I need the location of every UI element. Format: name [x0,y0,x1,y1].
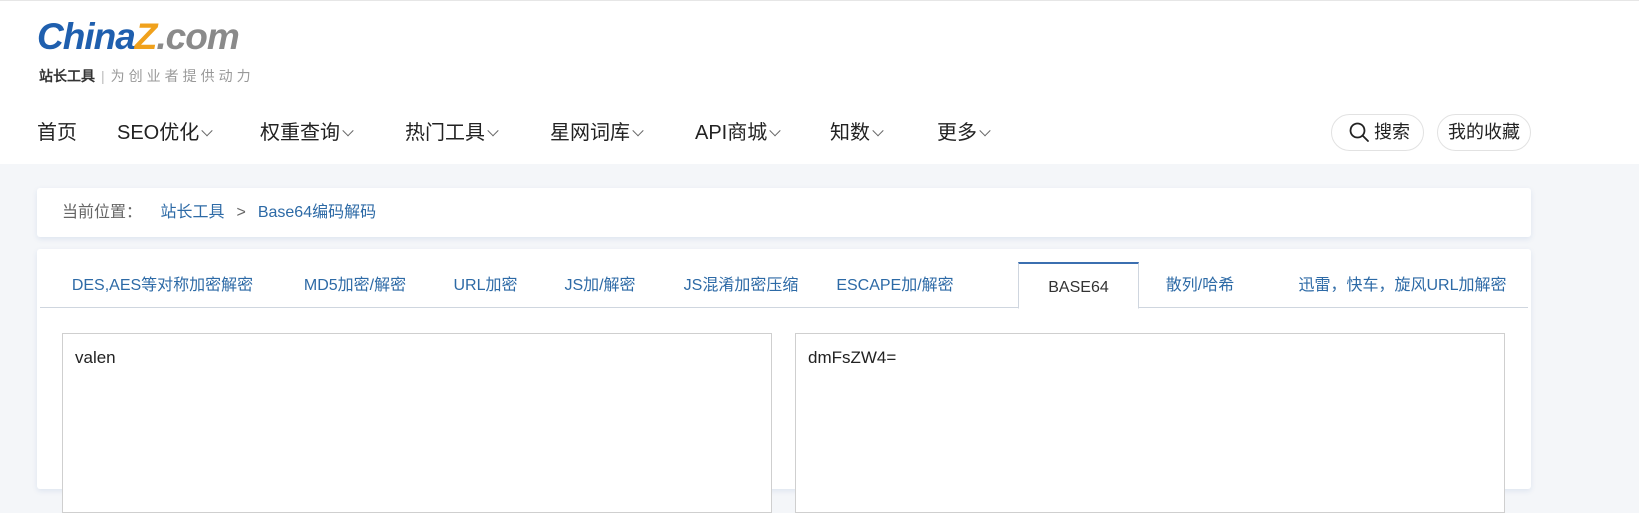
tab-md5[interactable]: MD5加密/解密 [285,263,425,308]
breadcrumb: 当前位置： 站长工具 > Base64编码解码 [62,188,376,237]
site-header: ChinaZ.com 站长工具 | 为创业者提供动力 首页 SEO优化 权重查询 热… [0,0,1639,164]
favorites-button[interactable]: 我的收藏 [1437,114,1531,151]
tab-js-obfuscate[interactable]: JS混淆加密压缩 [666,263,816,308]
tool-tabs: DES,AES等对称加密解密 MD5加密/解密 URL加密 JS加/解密 JS混… [40,262,1528,309]
breadcrumb-bar: 当前位置： 站长工具 > Base64编码解码 [37,188,1531,237]
breadcrumb-link-home[interactable]: 站长工具 [160,204,224,221]
nav-item-zhishu[interactable]: 知数 [830,113,884,153]
tab-js[interactable]: JS加/解密 [550,263,650,308]
nav-item-home[interactable]: 首页 [37,113,77,153]
logo-wordmark: ChinaZ.com [37,16,240,57]
tool-panel: DES,AES等对称加密解密 MD5加密/解密 URL加密 JS加/解密 JS混… [37,249,1531,513]
tab-thunder-url[interactable]: 迅雷，快车，旋风URL加解密 [1280,263,1525,308]
chinaz-logo[interactable]: ChinaZ.com 站长工具 | 为创业者提供动力 [37,15,287,87]
chevron-down-icon [487,125,499,137]
breadcrumb-prefix: 当前位置： [62,204,143,221]
tab-des-aes[interactable]: DES,AES等对称加密解密 [40,263,285,308]
nav-item-hot-tools[interactable]: 热门工具 [405,113,499,153]
chevron-down-icon [201,125,213,137]
chevron-down-icon [342,125,354,137]
tab-escape[interactable]: ESCAPE加/解密 [830,263,960,308]
search-label: 搜索 [1374,122,1410,142]
nav-item-seo[interactable]: SEO优化 [117,113,213,153]
chevron-down-icon [769,125,781,137]
nav-item-api[interactable]: API商城 [695,113,781,153]
output-textarea[interactable]: dmFsZW4= [795,333,1505,513]
chevron-down-icon [872,125,884,137]
breadcrumb-separator: > [236,204,246,221]
breadcrumb-link-current[interactable]: Base64编码解码 [258,204,376,221]
chevron-down-icon [632,125,644,137]
nav-item-weight[interactable]: 权重查询 [260,113,354,153]
tab-url[interactable]: URL加密 [438,263,533,308]
nav-item-keywords[interactable]: 星网词库 [550,113,644,153]
tab-hash[interactable]: 散列/哈希 [1150,263,1250,308]
search-icon [1349,122,1369,142]
chevron-down-icon [979,125,991,137]
input-textarea[interactable]: valen [62,333,772,513]
nav-item-more[interactable]: 更多 [937,113,991,153]
search-button[interactable]: 搜索 [1331,114,1424,151]
logo-tagline: 站长工具 | 为创业者提供动力 [39,68,255,84]
tab-base64[interactable]: BASE64 [1018,262,1139,309]
